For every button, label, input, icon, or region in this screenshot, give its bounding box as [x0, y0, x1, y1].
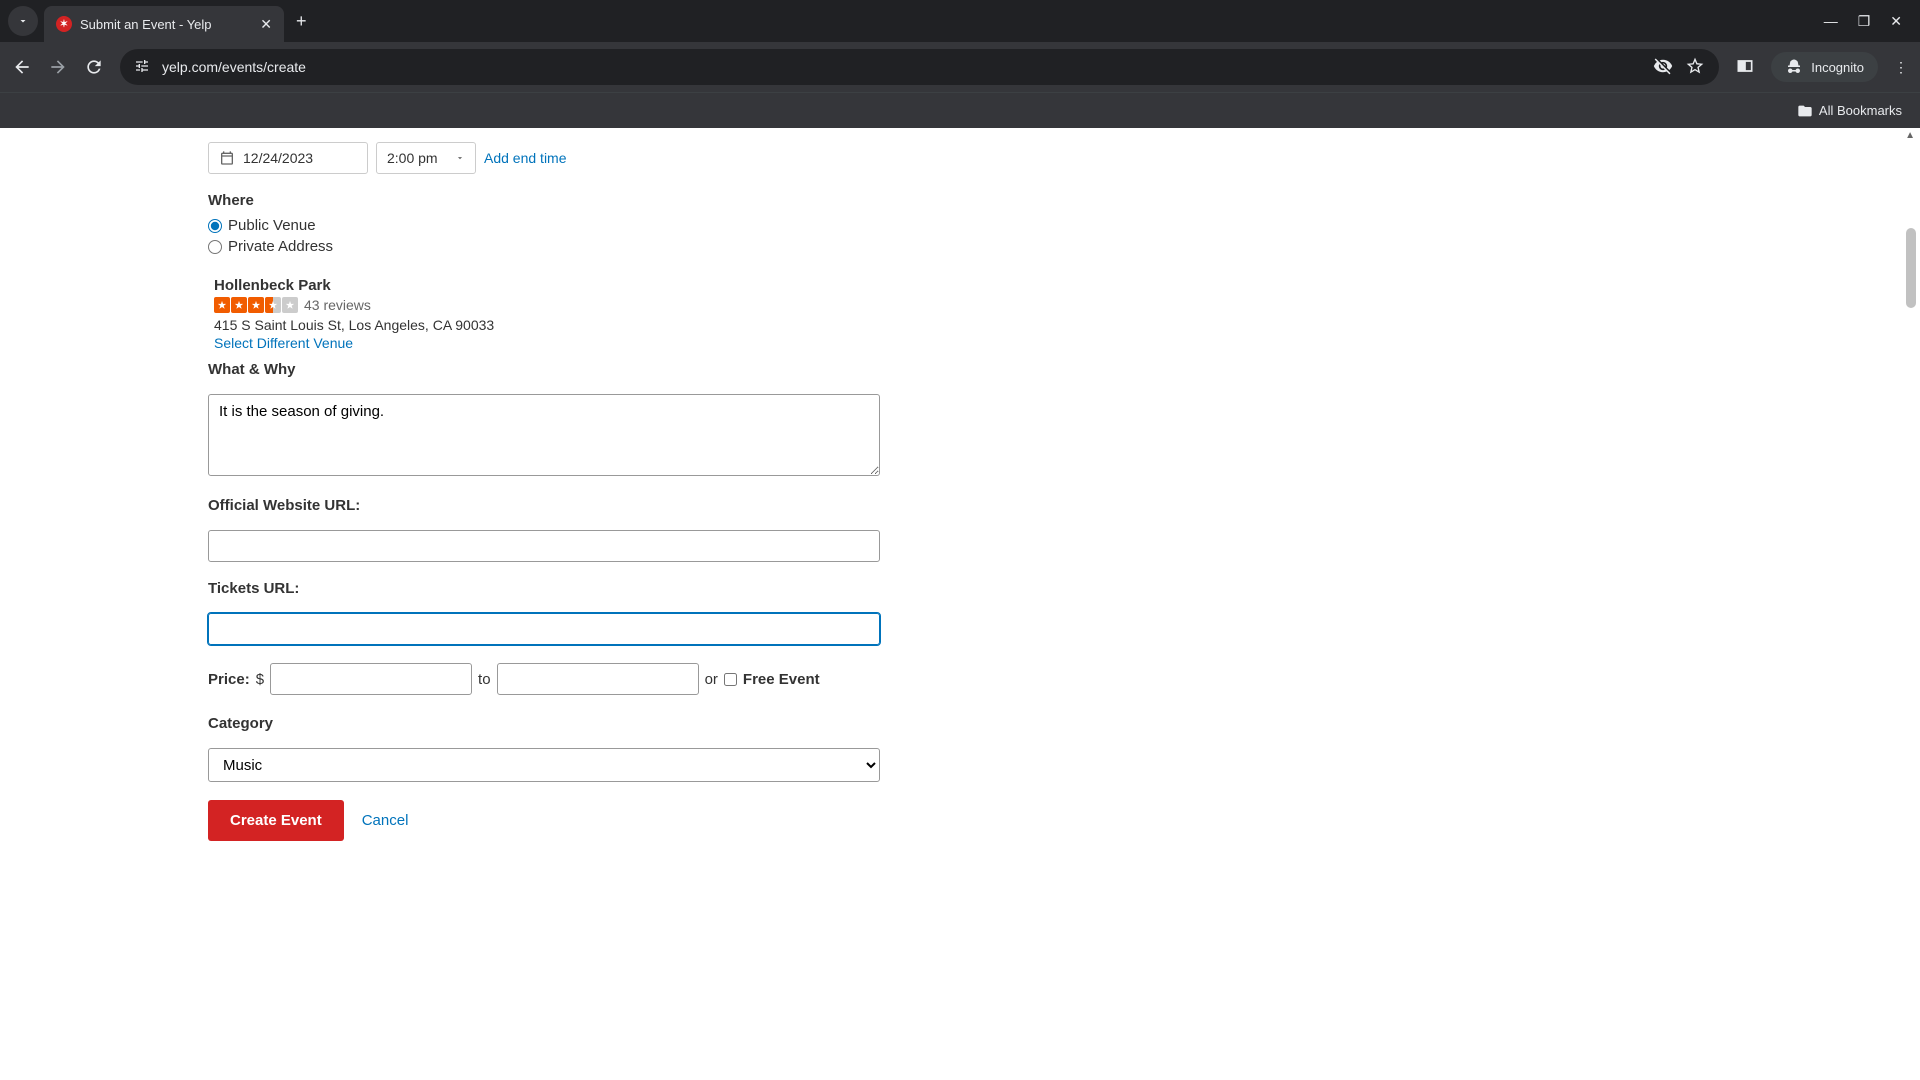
private-address-radio-row[interactable]: Private Address — [208, 238, 1088, 255]
browser-toolbar: yelp.com/events/create Incognito ⋮ — [0, 42, 1920, 92]
site-settings-icon[interactable] — [134, 58, 150, 77]
private-address-label: Private Address — [228, 238, 333, 255]
free-event-label: Free Event — [743, 671, 820, 688]
tickets-url-input[interactable] — [208, 613, 880, 645]
time-select[interactable]: 2:00 pm — [376, 142, 476, 174]
create-event-button[interactable]: Create Event — [208, 800, 344, 841]
star-icon — [231, 297, 247, 313]
add-end-time-link[interactable]: Add end time — [484, 150, 567, 166]
minimize-button[interactable]: — — [1824, 13, 1838, 30]
what-why-textarea[interactable]: It is the season of giving. — [208, 394, 880, 476]
bookmark-bar: All Bookmarks — [0, 92, 1920, 128]
url-text: yelp.com/events/create — [162, 59, 1641, 75]
private-address-radio[interactable] — [208, 240, 222, 254]
new-tab-button[interactable]: + — [296, 11, 307, 32]
incognito-label: Incognito — [1811, 60, 1864, 75]
public-venue-label: Public Venue — [228, 217, 316, 234]
yelp-favicon-icon: ✶ — [56, 16, 72, 32]
close-window-button[interactable]: ✕ — [1890, 13, 1902, 30]
select-different-venue-link[interactable]: Select Different Venue — [214, 335, 353, 351]
official-url-input[interactable] — [208, 530, 880, 562]
menu-icon[interactable]: ⋮ — [1894, 59, 1908, 76]
price-or-label: or — [705, 671, 718, 688]
public-venue-radio-row[interactable]: Public Venue — [208, 217, 1088, 234]
tab-bar: ✶ Submit an Event - Yelp ✕ + — ❐ ✕ — [0, 0, 1920, 42]
free-event-checkbox[interactable] — [724, 673, 737, 686]
date-field[interactable]: 12/24/2023 — [208, 142, 368, 174]
side-panel-icon[interactable] — [1735, 56, 1755, 79]
price-to-input[interactable] — [497, 663, 699, 695]
price-to-label: to — [478, 671, 491, 688]
price-currency: $ — [256, 671, 264, 688]
scrollbar-arrow-up-icon[interactable]: ▲ — [1905, 130, 1915, 141]
address-bar[interactable]: yelp.com/events/create — [120, 49, 1719, 85]
star-empty-icon — [282, 297, 298, 313]
scrollbar-thumb[interactable] — [1906, 228, 1916, 308]
calendar-icon — [219, 150, 235, 166]
browser-tab[interactable]: ✶ Submit an Event - Yelp ✕ — [44, 6, 284, 42]
reload-button[interactable] — [84, 57, 104, 77]
tickets-url-title: Tickets URL: — [208, 580, 1088, 597]
venue-address: 415 S Saint Louis St, Los Angeles, CA 90… — [214, 317, 1088, 333]
review-count: 43 reviews — [304, 297, 371, 313]
official-url-title: Official Website URL: — [208, 497, 1088, 514]
maximize-button[interactable]: ❐ — [1858, 13, 1871, 30]
star-rating — [214, 297, 298, 313]
price-label: Price: — [208, 671, 250, 688]
price-from-input[interactable] — [270, 663, 472, 695]
close-tab-icon[interactable]: ✕ — [260, 16, 272, 33]
public-venue-radio[interactable] — [208, 219, 222, 233]
star-half-icon — [265, 297, 281, 313]
tab-title: Submit an Event - Yelp — [80, 17, 252, 32]
incognito-badge[interactable]: Incognito — [1771, 52, 1878, 82]
chevron-down-icon — [455, 153, 465, 163]
cancel-link[interactable]: Cancel — [362, 812, 409, 829]
star-icon — [214, 297, 230, 313]
category-title: Category — [208, 715, 1088, 732]
what-why-title: What & Why — [208, 361, 1088, 378]
forward-button[interactable] — [48, 57, 68, 77]
bookmark-star-icon[interactable] — [1685, 56, 1705, 79]
back-button[interactable] — [12, 57, 32, 77]
visibility-off-icon[interactable] — [1653, 56, 1673, 79]
all-bookmarks-button[interactable]: All Bookmarks — [1797, 103, 1902, 119]
where-title: Where — [208, 192, 1088, 209]
vertical-scrollbar[interactable]: ▲ — [1904, 128, 1918, 861]
tab-search-dropdown[interactable] — [8, 6, 38, 36]
venue-name: Hollenbeck Park — [214, 277, 1088, 294]
time-value: 2:00 pm — [387, 150, 438, 166]
star-icon — [248, 297, 264, 313]
category-select[interactable]: Music — [208, 748, 880, 782]
date-value: 12/24/2023 — [243, 150, 313, 166]
